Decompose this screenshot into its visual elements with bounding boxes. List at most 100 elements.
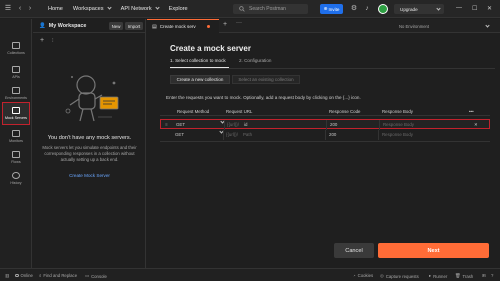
workspace-header: 👤 My Workspace New Import — [33, 19, 146, 33]
runner-label: Runner — [433, 273, 448, 279]
url-input[interactable]: Path — [243, 132, 252, 137]
search-icon: ⌕ — [39, 273, 42, 278]
filter-icon[interactable]: ⫶ — [52, 38, 53, 44]
capture-icon: ◎ — [380, 273, 384, 278]
column-divider — [326, 120, 327, 130]
active-step-indicator — [170, 67, 229, 68]
capture-requests-button[interactable]: ◎ Capture requests — [380, 273, 419, 279]
notifications-icon[interactable]: ♪ — [363, 5, 371, 13]
api-network-menu[interactable]: API Network — [120, 5, 160, 12]
sidebar-item-label: History — [10, 180, 22, 185]
sidebar-item-history[interactable]: History — [2, 167, 30, 189]
sidebar-rail: Collections APIs Environments Mock Serve… — [0, 19, 32, 268]
astronaut-illustration — [65, 75, 119, 122]
trash-button[interactable]: 🗑 Trash — [455, 273, 473, 279]
empty-state-title: You don't have any mock servers. — [47, 135, 132, 141]
column-divider — [379, 120, 380, 130]
apis-icon — [12, 65, 20, 73]
delete-row-icon[interactable]: ✕ — [474, 122, 478, 128]
home-link[interactable]: Home — [48, 6, 63, 12]
cookies-button[interactable]: ◔ Cookies — [353, 273, 373, 278]
chevron-down-icon — [106, 5, 112, 10]
response-body-input[interactable]: Response Body — [383, 122, 414, 127]
online-status[interactable]: Online — [15, 273, 33, 278]
main-content: Create a mock server 1. Select collectio… — [147, 34, 500, 268]
workspaces-menu[interactable]: Workspaces — [73, 5, 112, 12]
sidebar-item-label: APIs — [12, 74, 20, 79]
import-button[interactable]: Import — [125, 22, 143, 30]
console-button[interactable]: ▭ Console — [85, 273, 107, 279]
back-icon[interactable]: ‹ — [16, 5, 24, 13]
unsaved-dot-icon — [206, 25, 210, 28]
sidebar-item-mock-servers[interactable]: Mock Servers — [2, 102, 30, 125]
url-input[interactable]: id — [244, 122, 247, 127]
invite-button[interactable]: ⊕ Invite — [320, 4, 343, 14]
workspace-title[interactable]: 👤 My Workspace — [39, 23, 86, 29]
method-select[interactable]: GET — [176, 122, 185, 127]
cookies-label: Cookies — [357, 273, 374, 278]
more-icon[interactable]: ••• — [469, 109, 474, 114]
minimize-icon[interactable]: — — [456, 5, 462, 11]
more-icon[interactable]: ··· — [236, 20, 242, 26]
console-icon: ▭ — [85, 273, 90, 278]
avatar[interactable] — [378, 4, 388, 14]
explore-link[interactable]: Explore — [169, 6, 188, 12]
online-label: Online — [20, 273, 33, 278]
new-button[interactable]: New — [109, 22, 123, 30]
table-row[interactable]: GET {{url}}/ Path 200 Response Body — [160, 129, 490, 140]
forward-icon[interactable]: › — [26, 5, 34, 13]
select-existing-collection-option[interactable]: Select an existing collection — [232, 75, 300, 84]
header-request-url: Request URL — [226, 109, 253, 114]
sidebar-item-flows[interactable]: Flows — [2, 146, 30, 168]
method-select[interactable]: GET — [175, 132, 184, 137]
header-response-body: Response Body — [382, 109, 413, 114]
close-icon[interactable]: ✕ — [487, 5, 492, 12]
step-select-collection[interactable]: 1. Select collection to mock — [170, 58, 226, 63]
header-response-code: Response Code — [329, 109, 361, 114]
tab-create-mock-server[interactable]: ▤ Create mock serv — [147, 19, 219, 33]
layout-icon[interactable]: ⊞ — [482, 273, 486, 279]
help-icon[interactable]: ? — [491, 273, 493, 278]
response-body-input[interactable]: Response Body — [382, 132, 413, 137]
drag-handle-icon[interactable]: ≡ — [165, 122, 168, 127]
add-user-icon: ⊕ — [323, 6, 328, 11]
workspace-title-label: My Workspace — [48, 22, 87, 29]
settings-icon[interactable]: ⚙ — [350, 5, 358, 13]
new-tab-icon[interactable]: + — [223, 21, 227, 28]
sidebar-toggle-icon[interactable]: ▥ — [5, 273, 9, 279]
table-row[interactable]: ≡ GET {{url}}/ id 200 Response Body ✕ — [160, 119, 490, 130]
tab-label: Create mock serv — [159, 24, 196, 29]
step-configuration[interactable]: 2. Configuration — [239, 58, 271, 63]
api-network-label: API Network — [120, 5, 152, 12]
chevron-down-icon — [155, 5, 160, 10]
sidebar-item-collections[interactable]: Collections — [2, 37, 30, 59]
menu-icon[interactable]: ☰ — [4, 5, 12, 13]
chevron-down-icon — [436, 5, 441, 11]
find-replace-button[interactable]: ⌕ Find and Replace — [39, 273, 77, 278]
sidebar-item-environments[interactable]: Environments — [2, 82, 30, 104]
sidebar-item-apis[interactable]: APIs — [2, 61, 30, 83]
next-button[interactable]: Next — [378, 243, 489, 258]
create-mock-server-link[interactable]: Create Mock Server — [33, 173, 146, 178]
response-code-input[interactable]: 200 — [330, 122, 337, 127]
empty-state-description: Mock servers let you simulate endpoints … — [42, 145, 137, 163]
environment-select[interactable]: No Environment — [397, 22, 493, 30]
response-code-input[interactable]: 200 — [329, 132, 336, 137]
table-header: Request Method Request URL Response Code… — [160, 108, 490, 116]
runner-button[interactable]: ▸ Runner — [429, 273, 447, 279]
sidebar-item-monitors[interactable]: Monitors — [2, 125, 30, 147]
sidebar-item-label: Mock Servers — [5, 116, 27, 120]
user-icon: 👤 — [39, 22, 46, 29]
instructions-text: Enter the requests you want to mock. Opt… — [166, 95, 361, 100]
maximize-icon[interactable]: ☐ — [472, 5, 477, 12]
create-new-collection-option[interactable]: Create a new collection — [170, 75, 230, 84]
flows-icon — [12, 150, 20, 158]
mock-server-icon: ▤ — [152, 23, 157, 30]
cancel-button[interactable]: Cancel — [334, 243, 374, 258]
header-request-method: Request Method — [177, 109, 210, 114]
workspace-panel: 👤 My Workspace New Import + ⫶ You don't … — [33, 19, 146, 268]
online-icon — [15, 273, 19, 278]
add-icon[interactable]: + — [40, 37, 44, 44]
upgrade-button[interactable]: Upgrade — [394, 4, 444, 14]
search-input[interactable]: Search Postman — [233, 4, 308, 14]
